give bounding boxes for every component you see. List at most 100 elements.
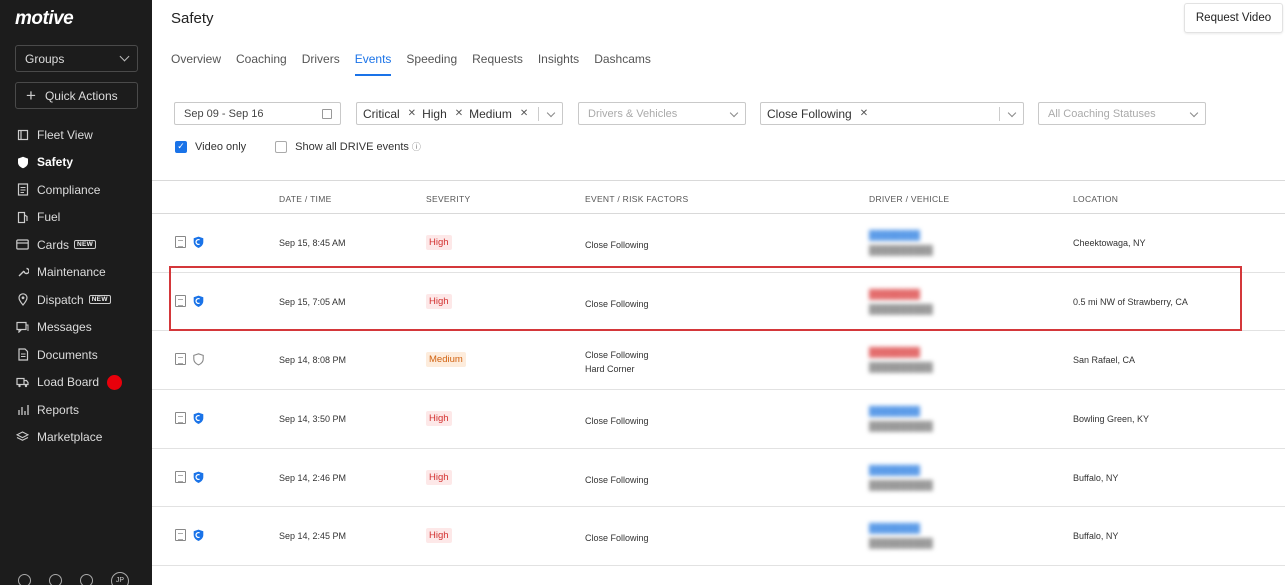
driver-vehicle-redacted[interactable]: ████████ ██████████	[869, 463, 989, 495]
help-icon[interactable]	[49, 574, 62, 585]
tab-insights[interactable]: Insights	[538, 50, 579, 76]
table-row[interactable]: Sep 15, 8:45 AM High Close Following ██████…	[152, 214, 1285, 273]
sidebar-item-messages[interactable]: Messages	[0, 314, 152, 342]
severity-badge: High	[426, 469, 452, 485]
calendar-icon	[322, 109, 332, 119]
tab-coaching[interactable]: Coaching	[236, 50, 287, 76]
video-only-label[interactable]: Video only	[195, 141, 246, 153]
coached-shield-icon[interactable]	[193, 529, 204, 544]
severity-filter[interactable]: Critical ✕ High ✕ Medium ✕	[356, 102, 563, 125]
sidebar-item-fuel[interactable]: Fuel	[0, 204, 152, 232]
event-type-filter[interactable]: Close Following ✕	[760, 102, 1024, 125]
video-clip-icon[interactable]	[175, 529, 186, 542]
request-video-button[interactable]: Request Video	[1184, 3, 1283, 33]
coached-shield-icon[interactable]	[193, 471, 204, 486]
event-datetime: Sep 14, 2:45 PM	[279, 531, 347, 542]
sidebar-item-cards[interactable]: Cards NEW	[0, 231, 152, 259]
coaching-status-filter[interactable]: All Coaching Statuses	[1038, 102, 1206, 125]
coaching-status-placeholder: All Coaching Statuses	[1048, 107, 1156, 120]
event-datetime: Sep 14, 8:08 PM	[279, 355, 347, 366]
date-range-value: Sep 09 - Sep 16	[184, 107, 264, 120]
column-header-driver-vehicle[interactable]: DRIVER / VEHICLE	[869, 194, 949, 204]
tab-requests[interactable]: Requests	[472, 50, 523, 76]
app-root: motive Groups + Quick Actions Fleet View…	[0, 0, 1285, 585]
driver-vehicle-redacted[interactable]: ████████ ██████████	[869, 345, 989, 377]
sidebar-item-maintenance[interactable]: Maintenance	[0, 259, 152, 287]
chip-label: Critical	[363, 106, 400, 121]
main-content: Safety Request Video Overview Coaching Dri…	[152, 0, 1285, 585]
column-header-event-risk-factors[interactable]: EVENT / RISK FACTORS	[585, 194, 688, 204]
tab-overview[interactable]: Overview	[171, 50, 221, 76]
user-icon[interactable]	[18, 574, 31, 585]
close-icon[interactable]: ✕	[408, 108, 416, 119]
video-clip-icon[interactable]	[175, 353, 186, 366]
quick-actions-button[interactable]: + Quick Actions	[15, 82, 138, 109]
column-header-severity[interactable]: SEVERITY	[426, 194, 470, 204]
toggle-row: ✓ Video only Show all DRIVE events ⓘ	[175, 140, 421, 153]
sidebar-item-dispatch[interactable]: Dispatch NEW	[0, 286, 152, 314]
table-row[interactable]: Sep 14, 2:46 PM High Close Following ██████…	[152, 449, 1285, 508]
tab-drivers[interactable]: Drivers	[302, 50, 340, 76]
sidebar-item-documents[interactable]: Documents	[0, 341, 152, 369]
sidebar-item-label: Messages	[37, 320, 92, 335]
tab-events[interactable]: Events	[354, 50, 392, 76]
tab-dashcams[interactable]: Dashcams	[594, 50, 651, 76]
driver-vehicle-redacted[interactable]: ████████ ██████████	[869, 404, 989, 436]
plus-icon: +	[26, 86, 36, 105]
tab-speeding[interactable]: Speeding	[406, 50, 457, 76]
info-icon[interactable]: ⓘ	[412, 140, 421, 153]
search-icon[interactable]	[80, 574, 93, 585]
row-icons	[175, 353, 204, 368]
date-range-picker[interactable]: Sep 09 - Sep 16	[174, 102, 341, 125]
driver-vehicle-redacted[interactable]: ████████ ██████████	[869, 521, 989, 553]
show-drive-events-checkbox[interactable]	[275, 140, 288, 153]
table-row[interactable]: Sep 14, 2:45 PM High Close Following ██████…	[152, 507, 1285, 567]
card-icon	[16, 238, 29, 251]
column-header-location[interactable]: LOCATION	[1073, 194, 1118, 204]
redacted-driver-name: ████████	[869, 406, 921, 417]
sidebar-item-compliance[interactable]: Compliance	[0, 176, 152, 204]
coached-shield-icon[interactable]	[193, 412, 204, 427]
motive-logo[interactable]: motive	[15, 8, 74, 30]
events-table: DATE / TIME SEVERITY EVENT / RISK FACTORS D…	[152, 180, 1285, 567]
show-drive-events-label[interactable]: Show all DRIVE events	[295, 141, 409, 153]
video-clip-icon[interactable]	[175, 236, 186, 248]
event-datetime: Sep 14, 2:46 PM	[279, 472, 347, 483]
truck-icon	[16, 376, 29, 389]
table-row[interactable]: Sep 14, 3:50 PM High Close Following ██████…	[152, 390, 1285, 449]
sidebar-nav: Fleet View Safety Compliance Fuel Cards NEW Ma…	[0, 121, 152, 451]
risk-factor-label: Close Following	[585, 533, 649, 544]
fuel-icon	[16, 211, 29, 224]
redacted-driver-name: ████████	[869, 347, 921, 358]
sidebar-item-marketplace[interactable]: Marketplace	[0, 424, 152, 452]
close-icon[interactable]: ✕	[860, 108, 868, 119]
sidebar-item-safety[interactable]: Safety	[0, 149, 152, 177]
close-icon[interactable]: ✕	[520, 108, 528, 119]
document-icon	[16, 183, 29, 196]
video-clip-icon[interactable]	[175, 412, 186, 425]
redacted-vehicle-id: ██████████	[869, 421, 933, 432]
sidebar-item-load-board[interactable]: Load Board	[0, 369, 152, 397]
sidebar-item-reports[interactable]: Reports	[0, 396, 152, 424]
close-icon[interactable]: ✕	[455, 108, 463, 119]
avatar[interactable]: JP	[111, 572, 129, 585]
sidebar-item-fleet-view[interactable]: Fleet View	[0, 121, 152, 149]
event-datetime: Sep 14, 3:50 PM	[279, 414, 347, 425]
video-clip-icon[interactable]	[175, 470, 186, 483]
event-location: Cheektowaga, NY	[1073, 238, 1146, 248]
page-title: Safety	[171, 10, 214, 27]
video-only-checkbox[interactable]: ✓	[175, 140, 187, 153]
column-header-date-time[interactable]: DATE / TIME	[279, 194, 332, 204]
row-icons	[175, 470, 204, 486]
chip-label: High	[422, 106, 447, 121]
uncoached-shield-icon[interactable]	[193, 353, 204, 368]
driver-vehicle-redacted[interactable]: ████████ ██████████	[869, 228, 989, 260]
chevron-down-icon	[119, 51, 130, 62]
table-row[interactable]: Sep 14, 8:08 PM Medium Close Following Hard…	[152, 331, 1285, 391]
drivers-vehicles-filter[interactable]: Drivers & Vehicles	[578, 102, 746, 125]
coached-shield-icon[interactable]	[193, 236, 204, 251]
redacted-driver-name: ████████	[869, 230, 921, 240]
severity-chip: High ✕	[422, 107, 463, 121]
groups-dropdown[interactable]: Groups	[15, 45, 138, 72]
sidebar-footer: JP	[18, 572, 129, 585]
